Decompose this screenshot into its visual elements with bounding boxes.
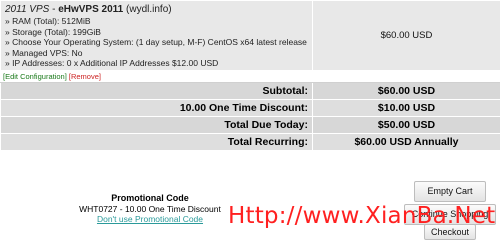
promo-code-text: WHT0727 - 10.00 One Time Discount [79, 203, 221, 214]
recurring-value: $60.00 USD Annually [312, 132, 500, 151]
empty-cart-button[interactable]: Empty Cart [414, 181, 486, 202]
promo-section: Promotional Code WHT0727 - 10.00 One Tim… [60, 193, 240, 225]
remove-promo-link[interactable]: Don't use Promotional Code [97, 214, 203, 224]
recurring-row: Total Recurring: $60.00 USD Annually [0, 132, 500, 151]
item-price: $60.00 USD [312, 0, 500, 71]
discount-value: $10.00 USD [312, 98, 500, 117]
detail-managed: » Managed VPS: No [5, 47, 83, 58]
promo-title: Promotional Code [111, 193, 189, 203]
detail-storage: » Storage (Total): 199GiB [5, 26, 101, 37]
item-title: 2011 VPS - eHwVPS 2011 (wydl.info) [5, 3, 309, 16]
cart-table: 2011 VPS - eHwVPS 2011 (wydl.info) » RAM… [0, 0, 500, 151]
product-domain: (wydl.info) [123, 4, 172, 15]
checkout-button[interactable]: Checkout [424, 224, 476, 240]
due-today-label: Total Due Today: [0, 115, 313, 134]
edit-configuration-link[interactable]: [Edit Configuration] [3, 72, 67, 81]
item-actions: [Edit Configuration] [Remove] [0, 69, 500, 83]
product-name: eHwVPS 2011 [58, 4, 124, 15]
title-separator: - [49, 4, 59, 15]
recurring-label: Total Recurring: [0, 132, 313, 151]
detail-ip: » IP Addresses: 0 x Additional IP Addres… [5, 58, 219, 69]
detail-os: » Choose Your Operating System: (1 day s… [5, 37, 307, 48]
product-group: 2011 VPS [5, 4, 50, 15]
due-today-row: Total Due Today: $50.00 USD [0, 115, 500, 134]
subtotal-label: Subtotal: [0, 81, 313, 100]
subtotal-row: Subtotal: $60.00 USD [0, 81, 500, 100]
due-today-value: $50.00 USD [312, 115, 500, 134]
discount-row: 10.00 One Time Discount: $10.00 USD [0, 98, 500, 117]
item-actions-row: [Edit Configuration] [Remove] [0, 69, 500, 83]
continue-shopping-button[interactable]: Continue Shopping [404, 204, 496, 225]
subtotal-value: $60.00 USD [312, 81, 500, 100]
cart-item-row: 2011 VPS - eHwVPS 2011 (wydl.info) » RAM… [0, 0, 500, 71]
remove-link[interactable]: [Remove] [69, 72, 101, 81]
discount-label: 10.00 One Time Discount: [0, 98, 313, 117]
item-description: 2011 VPS - eHwVPS 2011 (wydl.info) » RAM… [0, 0, 313, 71]
detail-ram: » RAM (Total): 512MiB [5, 16, 91, 26]
